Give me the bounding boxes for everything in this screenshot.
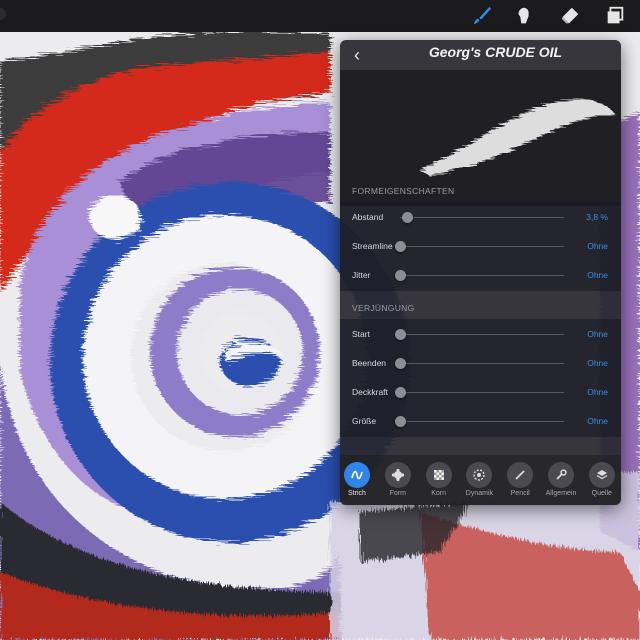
- smudge-tool-icon[interactable]: [510, 2, 538, 30]
- back-chevron-icon[interactable]: ‹: [346, 44, 368, 66]
- slider-track[interactable]: [400, 217, 564, 218]
- slider-value: Ohne: [587, 358, 608, 368]
- slider-track[interactable]: [400, 246, 564, 247]
- stroke-icon: [344, 462, 370, 488]
- slider-track[interactable]: [400, 363, 564, 364]
- slider-thumb[interactable]: [395, 270, 406, 281]
- slider-label: Deckkraft: [352, 387, 388, 397]
- panel-header: ‹ Georg's CRUDE OIL: [340, 40, 621, 70]
- eraser-tool-icon[interactable]: [556, 2, 584, 30]
- slider-value: Ohne: [587, 387, 608, 397]
- slider-label: Start: [352, 329, 370, 339]
- slider-track[interactable]: [400, 275, 564, 276]
- grain-icon: [425, 462, 452, 488]
- tab-label: Quelle: [591, 490, 612, 497]
- slider-value: 3,8 %: [586, 212, 608, 222]
- shape-row-jitter: Jitter Ohne: [340, 261, 621, 290]
- brush-settings-panel: ‹ Georg's CRUDE OIL FORMEIGENSCHAFTEN Ab…: [340, 40, 621, 505]
- slider-label: Jitter: [352, 270, 371, 280]
- slider-label: Streamline: [352, 241, 393, 251]
- layers-icon: [588, 462, 615, 488]
- slider-thumb[interactable]: [395, 387, 406, 398]
- tab-allgemein[interactable]: Allgemein: [541, 460, 581, 504]
- slider-value: Ohne: [587, 270, 608, 280]
- slider-thumb[interactable]: [395, 329, 406, 340]
- pencil-icon: [507, 462, 534, 488]
- shape-row-abstand: Abstand 3,8 %: [340, 203, 621, 232]
- slider-value: Ohne: [587, 416, 608, 426]
- shape-section-header: FORMEIGENSCHAFTEN: [352, 186, 455, 196]
- slider-thumb[interactable]: [401, 212, 413, 223]
- taper-row-beenden: Beenden Ohne: [340, 349, 621, 378]
- menu-dot[interactable]: [0, 8, 6, 20]
- slider-track[interactable]: [400, 334, 564, 335]
- layers-tool-icon[interactable]: [601, 2, 629, 30]
- brush-tool-icon[interactable]: [468, 2, 496, 30]
- tab-form[interactable]: Form: [378, 460, 418, 504]
- slider-thumb[interactable]: [395, 358, 406, 369]
- dynamics-icon: [466, 462, 493, 488]
- brush-settings-tabbar: Strich Form Korn Dynamik Pencil Allgemein Quel…: [340, 455, 621, 505]
- tab-quelle[interactable]: Quelle: [582, 460, 621, 504]
- slider-label: Abstand: [352, 212, 384, 222]
- tab-korn[interactable]: Korn: [419, 460, 459, 504]
- shape-row-streamline: Streamline Ohne: [340, 232, 621, 261]
- brush-name-title: Georg's CRUDE OIL: [428, 44, 563, 60]
- slider-value: Ohne: [587, 241, 608, 251]
- slider-value: Ohne: [587, 329, 608, 339]
- slider-label: Beenden: [352, 358, 387, 368]
- slider-thumb[interactable]: [395, 241, 406, 252]
- tab-strich[interactable]: Strich: [340, 460, 377, 504]
- shape-icon: [384, 462, 411, 488]
- taper-section-header: VERJÜNGUNG: [352, 303, 415, 313]
- top-toolbar: [0, 0, 640, 32]
- slider-track[interactable]: [400, 392, 564, 393]
- slider-thumb[interactable]: [395, 416, 406, 427]
- slider-track[interactable]: [400, 421, 564, 422]
- slider-label: Größe: [352, 416, 377, 426]
- taper-row-start: Start Ohne: [340, 320, 621, 349]
- tab-pencil[interactable]: Pencil: [500, 460, 540, 504]
- taper-row-deckkraft: Deckkraft Ohne: [340, 378, 621, 407]
- wrench-icon: [548, 462, 574, 488]
- tab-dynamik[interactable]: Dynamik: [459, 460, 499, 504]
- taper-row-größe: Größe Ohne: [340, 407, 621, 436]
